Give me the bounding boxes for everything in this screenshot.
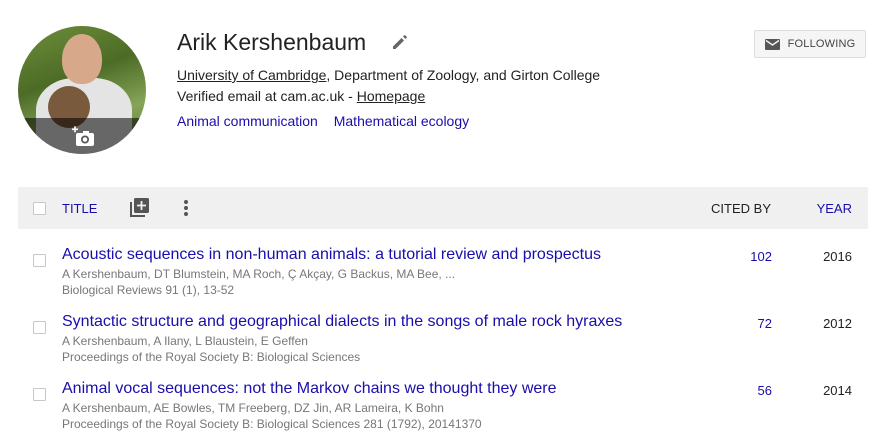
article-checkbox[interactable] <box>33 321 46 334</box>
affiliation-text: , Department of Zoology, and Girton Coll… <box>326 67 601 83</box>
cited-by-count[interactable]: 72 <box>758 316 772 331</box>
research-interests: Animal communication Mathematical ecolog… <box>177 113 481 129</box>
add-to-library-icon[interactable] <box>129 198 149 218</box>
affiliation: University of Cambridge, Department of Z… <box>177 67 600 83</box>
avatar-photo-head <box>62 34 102 84</box>
following-button[interactable]: FOLLOWING <box>754 30 866 58</box>
articles-table-header: TITLE CITED BY YEAR <box>18 187 868 229</box>
article-title[interactable]: Syntactic structure and geographical dia… <box>62 313 622 331</box>
article-venue: Biological Reviews 91 (1), 13-52 <box>62 283 235 297</box>
article-checkbox[interactable] <box>33 388 46 401</box>
interest-link-0[interactable]: Animal communication <box>177 113 318 129</box>
more-vert-icon[interactable] <box>183 199 189 217</box>
edit-pencil-icon[interactable] <box>391 33 409 51</box>
verified-email: Verified email at cam.ac.uk - Homepage <box>177 88 425 104</box>
article-authors: A Kershenbaum, DT Blumstein, MA Roch, Ç … <box>62 267 456 281</box>
article-venue: Proceedings of the Royal Society B: Biol… <box>62 350 361 364</box>
article-authors: A Kershenbaum, A Ilany, L Blaustein, E G… <box>62 334 308 348</box>
article-year: 2016 <box>823 249 852 264</box>
article-row: Animal vocal sequences: not the Markov c… <box>18 380 868 442</box>
article-authors: A Kershenbaum, AE Bowles, TM Freeberg, D… <box>62 401 444 415</box>
email-text: Verified email at cam.ac.uk - <box>177 88 357 104</box>
article-venue: Proceedings of the Royal Society B: Biol… <box>62 417 482 431</box>
affiliation-link[interactable]: University of Cambridge <box>177 67 326 83</box>
interest-link-1[interactable]: Mathematical ecology <box>334 113 469 129</box>
following-label: FOLLOWING <box>787 38 856 50</box>
article-year: 2012 <box>823 316 852 331</box>
homepage-link[interactable]: Homepage <box>357 88 426 104</box>
cited-by-header: CITED BY <box>711 201 771 216</box>
article-row: Syntactic structure and geographical dia… <box>18 313 868 375</box>
article-row: Acoustic sequences in non-human animals:… <box>18 246 868 308</box>
sort-by-year[interactable]: YEAR <box>817 201 852 216</box>
cited-by-count[interactable]: 56 <box>758 383 772 398</box>
select-all-checkbox[interactable] <box>33 202 46 215</box>
camera-add-icon[interactable] <box>72 126 96 148</box>
article-year: 2014 <box>823 383 852 398</box>
article-title[interactable]: Animal vocal sequences: not the Markov c… <box>62 380 557 398</box>
mail-icon <box>764 38 780 50</box>
article-title[interactable]: Acoustic sequences in non-human animals:… <box>62 246 601 264</box>
sort-by-title[interactable]: TITLE <box>62 201 97 216</box>
profile-name: Arik Kershenbaum <box>177 29 367 55</box>
cited-by-count[interactable]: 102 <box>750 249 772 264</box>
article-checkbox[interactable] <box>33 254 46 267</box>
profile-avatar[interactable] <box>18 26 146 154</box>
